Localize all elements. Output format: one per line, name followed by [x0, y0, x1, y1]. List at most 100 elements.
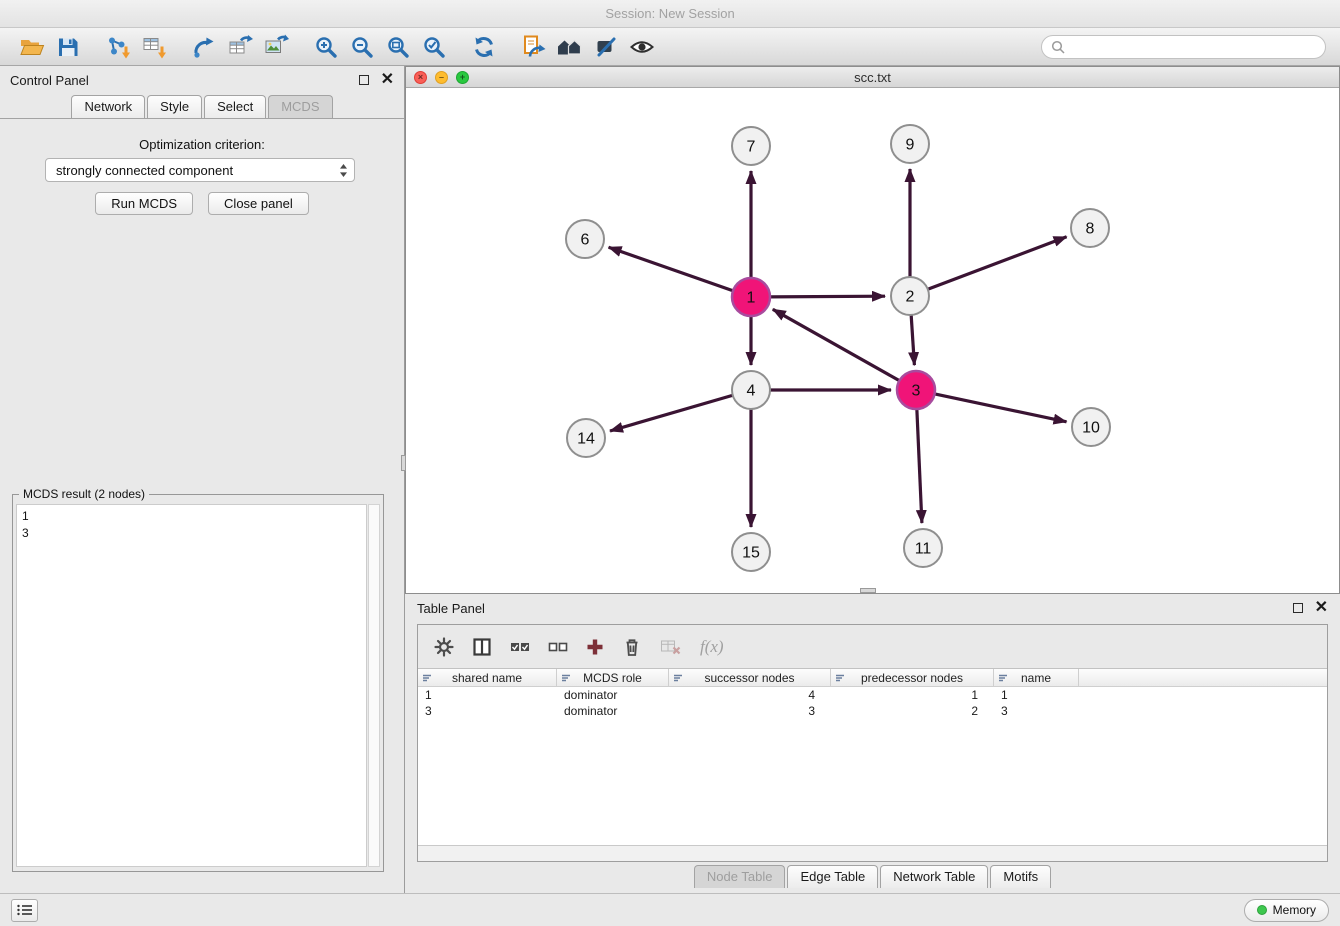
- first-neighbors-button[interactable]: [552, 32, 588, 62]
- save-session-button[interactable]: [50, 32, 86, 62]
- show-column-panel-button[interactable]: [472, 637, 492, 657]
- zoom-in-button[interactable]: [308, 32, 344, 62]
- graph-node-11[interactable]: 11: [904, 529, 942, 567]
- graph-node-8[interactable]: 8: [1071, 209, 1109, 247]
- window-titlebar: Session: New Session: [0, 0, 1340, 28]
- graph-node-1[interactable]: 1: [732, 278, 770, 316]
- import-network-icon: [105, 34, 131, 60]
- column-header-successor-nodes[interactable]: successor nodes: [669, 669, 831, 686]
- svg-text:2: 2: [906, 289, 915, 306]
- tab-edge-table[interactable]: Edge Table: [787, 865, 878, 888]
- select-all-columns-button[interactable]: [510, 638, 530, 656]
- table-row[interactable]: 1dominator411: [418, 687, 1327, 703]
- apply-layout-button[interactable]: [466, 32, 502, 62]
- tab-mcds[interactable]: MCDS: [268, 95, 332, 118]
- export-table-button[interactable]: [222, 32, 258, 62]
- graph-edge-3-1[interactable]: [773, 309, 901, 381]
- zoom-selected-button[interactable]: [416, 32, 452, 62]
- search-box[interactable]: [1041, 35, 1326, 59]
- zoom-window-icon[interactable]: +: [456, 71, 469, 84]
- tab-select[interactable]: Select: [204, 95, 266, 118]
- graph-node-3[interactable]: 3: [897, 371, 935, 409]
- column-header-mcds-role[interactable]: MCDS role: [557, 669, 669, 686]
- svg-text:4: 4: [747, 383, 756, 400]
- run-mcds-button[interactable]: Run MCDS: [95, 192, 193, 215]
- graph-edge-2-8[interactable]: [927, 237, 1067, 290]
- create-column-button[interactable]: [586, 638, 604, 656]
- graph-node-7[interactable]: 7: [732, 127, 770, 165]
- close-table-panel-icon[interactable]: ✕: [1315, 602, 1328, 614]
- graph-edge-1-6[interactable]: [609, 247, 734, 291]
- svg-text:3: 3: [912, 383, 921, 400]
- graph-node-10[interactable]: 10: [1072, 408, 1110, 446]
- column-header-shared-name[interactable]: shared name: [418, 669, 557, 686]
- tab-style[interactable]: Style: [147, 95, 202, 118]
- network-graph: 7 9 6 8 1 2 4 3 14 10 15 11: [406, 88, 1337, 593]
- mcds-result-list: 13: [16, 504, 367, 867]
- delete-table-button[interactable]: [660, 637, 682, 656]
- function-builder-button[interactable]: f(x): [700, 637, 724, 657]
- horizontal-splitter-handle[interactable]: [860, 588, 876, 593]
- table-panel-header: Table Panel ✕: [405, 594, 1340, 622]
- delete-columns-button[interactable]: [622, 637, 642, 657]
- graph-node-14[interactable]: 14: [567, 419, 605, 457]
- minimize-window-icon[interactable]: –: [435, 71, 448, 84]
- result-scrollbar[interactable]: [368, 504, 380, 867]
- graph-node-2[interactable]: 2: [891, 277, 929, 315]
- birds-eye-view-button[interactable]: [624, 32, 660, 62]
- graphics-details-button[interactable]: [588, 32, 624, 62]
- close-panel-icon[interactable]: ✕: [381, 74, 394, 86]
- table-horizontal-scrollbar[interactable]: [418, 845, 1327, 861]
- tab-node-table[interactable]: Node Table: [694, 865, 786, 888]
- export-image-button[interactable]: [258, 32, 294, 62]
- status-list-button[interactable]: [11, 899, 38, 922]
- tab-network[interactable]: Network: [71, 95, 145, 118]
- unchecked-boxes-icon: [548, 638, 568, 656]
- zoom-out-button[interactable]: [344, 32, 380, 62]
- graph-node-4[interactable]: 4: [732, 371, 770, 409]
- open-folder-icon: [19, 35, 45, 59]
- graph-edge-3-10[interactable]: [934, 394, 1067, 422]
- search-input[interactable]: [1071, 40, 1316, 54]
- table-row[interactable]: 3dominator323: [418, 703, 1327, 719]
- checked-boxes-icon: [510, 638, 530, 656]
- memory-button[interactable]: Memory: [1244, 899, 1329, 922]
- svg-text:8: 8: [1086, 221, 1095, 238]
- export-network-button[interactable]: [186, 32, 222, 62]
- network-canvas[interactable]: 7 9 6 8 1 2 4 3 14 10 15 11: [406, 88, 1339, 593]
- export-image-icon: [263, 34, 289, 60]
- page-share-icon: [521, 34, 547, 60]
- graph-node-9[interactable]: 9: [891, 125, 929, 163]
- optimization-criterion-label: Optimization criterion:: [0, 137, 404, 152]
- column-header-predecessor-nodes[interactable]: predecessor nodes: [831, 669, 994, 686]
- control-panel-header: Control Panel ✕: [0, 66, 404, 94]
- import-table-file-button[interactable]: [136, 32, 172, 62]
- tab-motifs[interactable]: Motifs: [990, 865, 1051, 888]
- optimization-criterion-dropdown[interactable]: strongly connected component: [45, 158, 355, 182]
- open-session-button[interactable]: [14, 32, 50, 62]
- vertical-splitter-handle[interactable]: [401, 455, 406, 471]
- zoom-fit-button[interactable]: [380, 32, 416, 62]
- table-settings-button[interactable]: [434, 637, 454, 657]
- graph-node-15[interactable]: 15: [732, 533, 770, 571]
- graph-edge-1-2[interactable]: [769, 296, 885, 297]
- import-table-icon: [141, 34, 167, 60]
- svg-text:6: 6: [581, 232, 590, 249]
- column-header-name[interactable]: name: [994, 669, 1079, 686]
- graph-node-6[interactable]: 6: [566, 220, 604, 258]
- graph-edge-4-14[interactable]: [610, 395, 734, 431]
- tab-network-table[interactable]: Network Table: [880, 865, 988, 888]
- close-window-icon[interactable]: ×: [414, 71, 427, 84]
- column-sort-icon: [422, 673, 432, 683]
- graph-edge-3-11[interactable]: [917, 408, 922, 523]
- float-table-panel-icon[interactable]: [1293, 603, 1303, 613]
- unselect-all-columns-button[interactable]: [548, 638, 568, 656]
- search-icon: [1051, 40, 1065, 54]
- table-toolbar: f(x): [418, 625, 1327, 669]
- open-in-browser-button[interactable]: [516, 32, 552, 62]
- graph-edge-2-3[interactable]: [911, 314, 914, 365]
- close-panel-button[interactable]: Close panel: [208, 192, 309, 215]
- control-panel-tabbar: Network Style Select MCDS: [0, 94, 404, 119]
- float-panel-icon[interactable]: [359, 75, 369, 85]
- import-network-file-button[interactable]: [100, 32, 136, 62]
